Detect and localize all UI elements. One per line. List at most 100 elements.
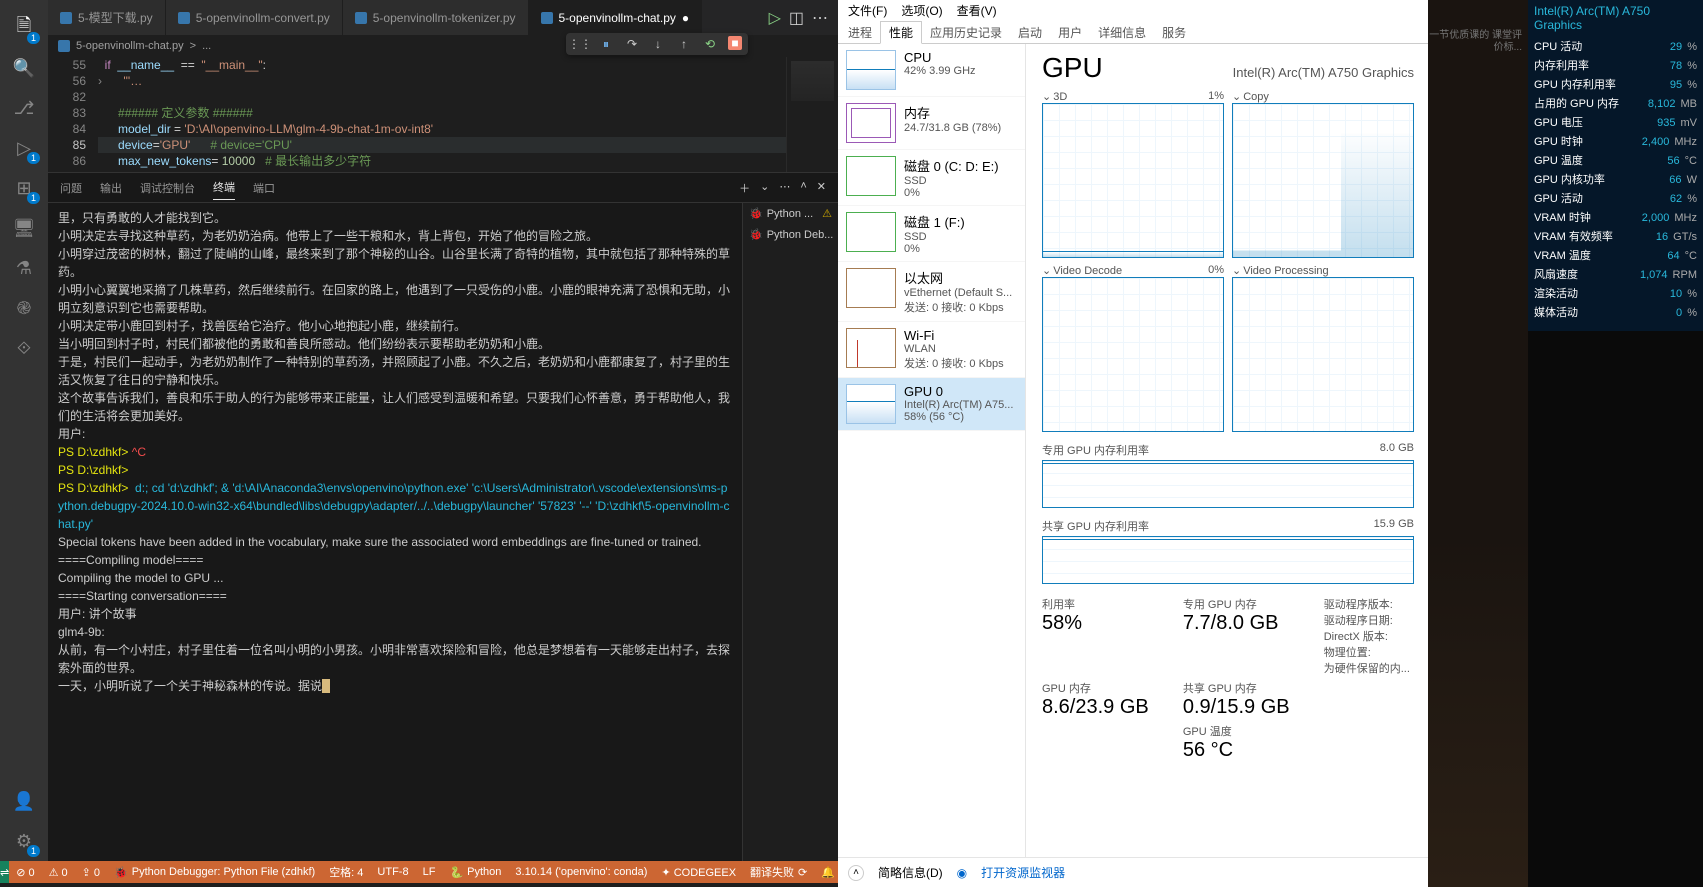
perf-item-disk[interactable]: 磁盘 1 (F:)SSD0% [838,206,1025,262]
remote-indicator[interactable]: ⇌ [0,861,9,883]
menu-options[interactable]: 选项(O) [895,1,948,20]
status-codegeex[interactable]: ✦ CODEGEEX [654,861,743,883]
breadcrumb-more[interactable]: ... [202,40,211,52]
terminal-output[interactable]: 里，只有勇敢的人才能找到它。小明决定去寻找这种草药，为老奶奶治病。他带上了一些干… [48,203,742,861]
code-editor[interactable]: 55568283848586 if __name__ == "__main__"… [48,57,838,172]
explorer-icon[interactable]: 🗎1 [10,14,38,42]
perf-item-cpu[interactable]: CPU42% 3.99 GHz [838,44,1025,97]
code-text[interactable]: if __name__ == "__main__":› '''… ###### … [98,57,786,172]
status-encoding[interactable]: UTF-8 [370,861,415,883]
remote-icon[interactable]: 🖥 [10,214,38,242]
pause-icon[interactable]: ⏸ [598,36,614,52]
overlay-metric: 渲染活动10 % [1534,285,1697,304]
gpu-monitor-overlay[interactable]: Intel(R) Arc(TM) A750 Graphics CPU 活动29 … [1528,0,1703,331]
overlay-metric: 风扇速度1,074 RPM [1534,266,1697,285]
terminal-item[interactable]: 🐞Python Deb... [743,224,838,245]
status-debugger[interactable]: 🐞 Python Debugger: Python File (zdhkf) [107,861,322,883]
search-icon[interactable]: 🔍 [10,54,38,82]
breadcrumb[interactable]: 5-openvinollm-chat.py > ... ⋮⋮ ⏸ ↷ ↓ ↑ ⟲… [48,35,838,57]
bug-icon: 🐞 [749,228,763,241]
panel-more-icon[interactable]: ⋯ [779,180,790,196]
codegeex-icon[interactable]: ⟐ [10,334,38,362]
status-translate[interactable]: 翻译失败 ⟳ [743,861,814,883]
status-warnings[interactable]: ⚠ 0 [42,861,75,883]
vscode-window: 🗎1 🔍 ⎇ ▷1 ⊞1 🖥 ⚗ ֎ ⟐ 👤 ⚙1 5-模型下载.py 5-op… [0,0,838,887]
tab-tokenizer[interactable]: 5-openvinollm-tokenizer.py [343,0,529,35]
status-bell-icon[interactable]: 🔔 [814,861,842,883]
overlay-title[interactable]: Intel(R) Arc(TM) A750 Graphics [1534,4,1697,32]
tm-tab-详细信息[interactable]: 详细信息 [1090,22,1154,43]
panel-tab-problems[interactable]: 问题 [60,176,82,200]
status-eol[interactable]: LF [416,861,443,883]
tab-actions: ▷ ◫ ⋯ [759,8,838,28]
perf-item-disk[interactable]: 磁盘 0 (C: D: E:)SSD0% [838,150,1025,206]
panel-tab-output[interactable]: 输出 [100,176,122,200]
status-interpreter[interactable]: 3.10.14 ('openvino': conda) [508,861,654,883]
overlay-metric: GPU 内存利用率95 % [1534,76,1697,95]
overlay-metric: VRAM 有效频率16 GT/s [1534,228,1697,247]
panel-tab-terminal[interactable]: 终端 [213,175,235,200]
new-terminal-icon[interactable]: ＋ [739,180,750,196]
perf-item-mem[interactable]: 内存24.7/31.8 GB (78%) [838,97,1025,150]
source-control-icon[interactable]: ⎇ [10,94,38,122]
tab-model-download[interactable]: 5-模型下载.py [48,0,166,35]
activity-bar: 🗎1 🔍 ⎇ ▷1 ⊞1 🖥 ⚗ ֎ ⟐ 👤 ⚙1 [0,0,48,861]
gpu-subtitle: Intel(R) Arc(TM) A750 Graphics [1233,65,1414,80]
tm-tab-进程[interactable]: 进程 [840,22,880,43]
restart-icon[interactable]: ⟲ [702,36,718,52]
task-manager-window: 文件(F) 选项(O) 查看(V) 进程性能应用历史记录启动用户详细信息服务 C… [838,0,1428,887]
tab-convert[interactable]: 5-openvinollm-convert.py [166,0,343,35]
breadcrumb-file[interactable]: 5-openvinollm-chat.py [76,40,184,52]
tm-tab-服务[interactable]: 服务 [1154,22,1194,43]
overlay-metric: CPU 活动29 % [1534,38,1697,57]
ai-icon[interactable]: ֎ [10,294,38,322]
more-icon[interactable]: ⋯ [812,8,828,28]
collapse-icon[interactable]: ˄ [848,865,864,881]
overlay-metric: 内存利用率78 % [1534,57,1697,76]
debug-toolbar[interactable]: ⋮⋮ ⏸ ↷ ↓ ↑ ⟲ ■ [566,33,748,55]
tm-tab-用户[interactable]: 用户 [1050,22,1090,43]
status-errors[interactable]: ⊘ 0 [9,861,41,883]
maximize-panel-icon[interactable]: ˄ [800,180,806,196]
gpu-graph-video-processing[interactable]: Video Processing [1232,264,1414,432]
gpu-graph-3d[interactable]: 3D1% [1042,90,1224,258]
drag-handle-icon[interactable]: ⋮⋮ [572,36,588,52]
panel-tab-debug-console[interactable]: 调试控制台 [140,176,195,200]
status-ports[interactable]: ⇪ 0 [75,861,107,883]
close-panel-icon[interactable]: ✕ [817,180,826,196]
shared-gpu-memory-graph: 共享 GPU 内存利用率15.9 GB [1042,518,1414,584]
menu-file[interactable]: 文件(F) [842,1,893,20]
status-language[interactable]: 🐍 Python [442,861,508,883]
run-debug-icon[interactable]: ▷1 [10,134,38,162]
step-into-icon[interactable]: ↓ [650,36,666,52]
terminal-dropdown-icon[interactable]: ⌄ [760,180,769,196]
open-resource-monitor-link[interactable]: 打开资源监视器 [981,864,1065,881]
overlay-metric: GPU 时钟2,400 MHz [1534,133,1697,152]
perf-item-wifi[interactable]: Wi-FiWLAN发送: 0 接收: 0 Kbps [838,322,1025,378]
status-indent[interactable]: 空格: 4 [322,861,370,883]
editor-column: 5-模型下载.py 5-openvinollm-convert.py 5-ope… [48,0,838,861]
minimap[interactable] [786,57,838,172]
tm-tab-应用历史记录[interactable]: 应用历史记录 [922,22,1010,43]
tm-tab-启动[interactable]: 启动 [1010,22,1050,43]
settings-gear-icon[interactable]: ⚙1 [10,827,38,855]
accounts-icon[interactable]: 👤 [10,787,38,815]
extensions-icon[interactable]: ⊞1 [10,174,38,202]
tm-tab-性能[interactable]: 性能 [880,21,922,44]
step-over-icon[interactable]: ↷ [624,36,640,52]
perf-item-eth[interactable]: 以太网vEthernet (Default S...发送: 0 接收: 0 Kb… [838,262,1025,322]
terminal-item[interactable]: 🐞Python ...⚠ [743,203,838,224]
gpu-graph-video-decode[interactable]: Video Decode0% [1042,264,1224,432]
testing-icon[interactable]: ⚗ [10,254,38,282]
split-editor-icon[interactable]: ◫ [789,8,804,28]
perf-item-gpu[interactable]: GPU 0Intel(R) Arc(TM) A75...58% (56 °C) [838,378,1025,431]
python-icon [58,40,70,52]
stop-icon[interactable]: ■ [728,36,742,50]
tab-chat[interactable]: 5-openvinollm-chat.py● [529,0,703,35]
run-file-icon[interactable]: ▷ [769,8,781,28]
brief-info-link[interactable]: 简略信息(D) [878,864,943,881]
gpu-graph-copy[interactable]: Copy [1232,90,1414,258]
menu-view[interactable]: 查看(V) [951,1,1003,20]
panel-tab-ports[interactable]: 端口 [253,176,275,200]
step-out-icon[interactable]: ↑ [676,36,692,52]
